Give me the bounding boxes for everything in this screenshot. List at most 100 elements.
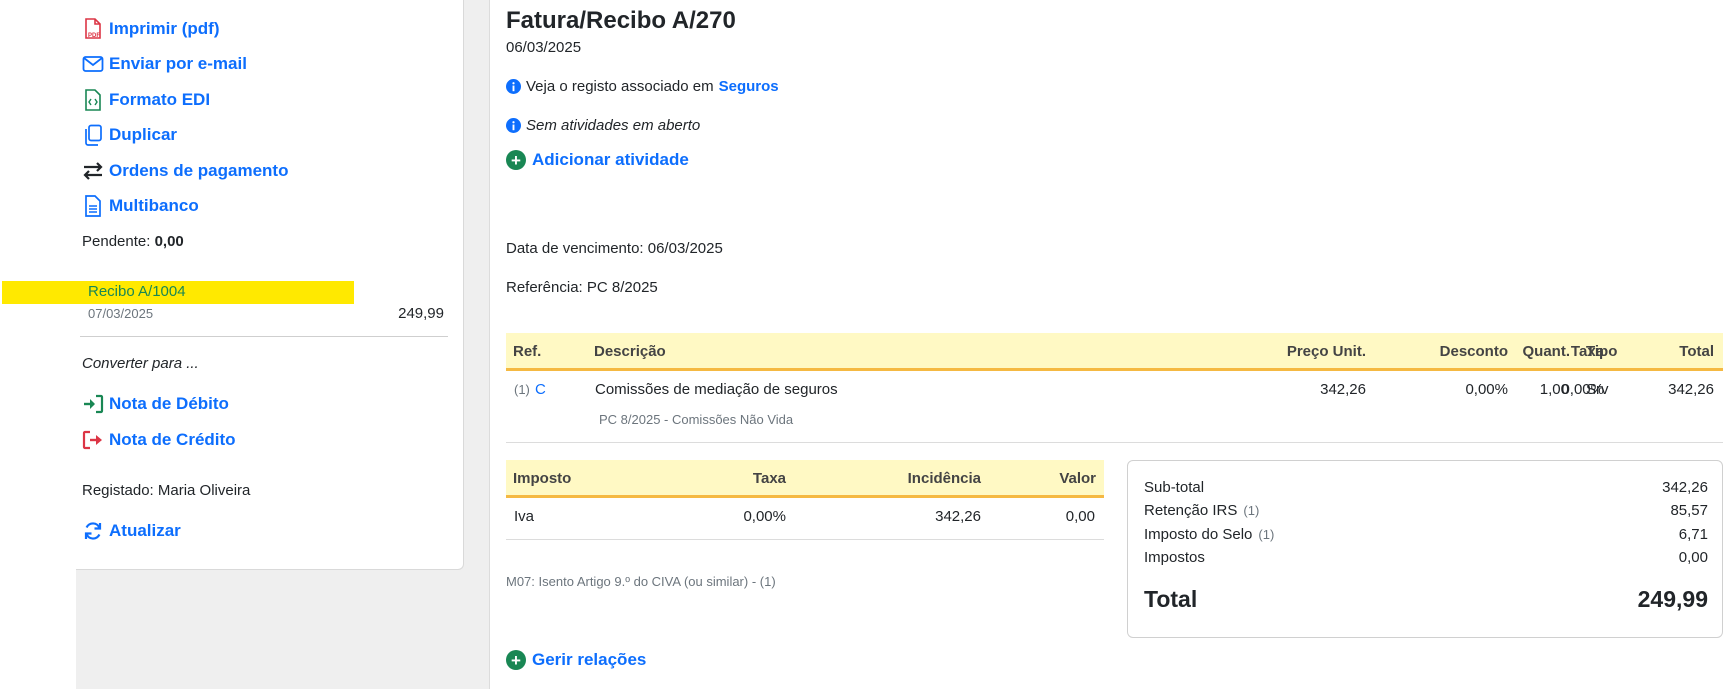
copy-icon xyxy=(82,124,104,146)
item-description: Comissões de mediação de seguros xyxy=(595,381,838,398)
associated-prefix: Veja o registo associado em xyxy=(526,78,714,95)
pdf-icon: PDF xyxy=(82,18,104,40)
receipt-link[interactable]: Recibo A/1004 xyxy=(88,283,186,300)
pending-value: 0,00 xyxy=(154,233,184,250)
code-file-icon xyxy=(82,89,104,111)
registered-by: Registado: Maria Oliveira xyxy=(82,482,251,499)
document-date: 06/03/2025 xyxy=(506,39,582,56)
item-subdescription: PC 8/2025 - Comissões Não Vida xyxy=(599,412,794,427)
duplicate-label: Duplicar xyxy=(109,125,178,144)
table-row: (1) C Comissões de mediação de seguros P… xyxy=(506,371,1723,443)
debit-note-label: Nota de Débito xyxy=(109,394,229,413)
col-discount: Desconto xyxy=(1439,343,1508,360)
col-quantity: Quant. xyxy=(1522,343,1571,360)
send-email-button[interactable]: Enviar por e-mail xyxy=(82,53,247,75)
multibanco-button[interactable]: Multibanco xyxy=(82,195,199,217)
credit-note-label: Nota de Crédito xyxy=(109,430,236,449)
debit-note-button[interactable]: Nota de Débito xyxy=(82,393,229,415)
irs-value: 85,57 xyxy=(1670,502,1708,519)
payment-orders-button[interactable]: Ordens de pagamento xyxy=(82,160,288,182)
col-unit-price: Preço Unit. xyxy=(1286,343,1366,360)
subtotal-value: 342,26 xyxy=(1662,479,1708,496)
page-title: Fatura/Recibo A/270 xyxy=(506,7,736,34)
item-rate: 0,00% xyxy=(1561,381,1604,398)
receipt-date: 07/03/2025 xyxy=(88,306,154,321)
irs-note: (1) xyxy=(1243,503,1260,518)
refresh-button[interactable]: Atualizar xyxy=(82,520,181,542)
col-tax: Imposto xyxy=(513,470,572,487)
col-description: Descrição xyxy=(594,343,666,360)
reference: Referência: PC 8/2025 xyxy=(506,279,658,296)
stamp-value: 6,71 xyxy=(1678,526,1708,543)
due-date: Data de vencimento: 06/03/2025 xyxy=(506,240,723,257)
item-ref-code[interactable]: C xyxy=(535,381,546,398)
tax-name: Iva xyxy=(514,508,535,525)
taxes-label: Impostos xyxy=(1144,549,1205,566)
svg-text:PDF: PDF xyxy=(88,33,100,39)
refresh-icon xyxy=(82,520,104,542)
pending-label: Pendente: xyxy=(82,233,151,250)
subtotal-row: Sub-total 342,26 xyxy=(1144,479,1708,496)
edi-format-button[interactable]: Formato EDI xyxy=(82,89,210,111)
grand-total-row: Total 249,99 xyxy=(1144,586,1708,613)
subtotal-label: Sub-total xyxy=(1144,479,1205,496)
arrows-exchange-icon xyxy=(82,160,104,182)
taxes-value: 0,00 xyxy=(1678,549,1708,566)
item-discount: 0,00% xyxy=(1465,381,1508,398)
duplicate-button[interactable]: Duplicar xyxy=(82,124,177,146)
refresh-label: Atualizar xyxy=(109,521,181,540)
totals-box: Sub-total 342,26 Retenção IRS (1) 85,57 I… xyxy=(1127,460,1723,638)
add-activity-label: Adicionar atividade xyxy=(532,150,689,169)
items-table-header: Ref. Descrição Quant. Tipo Preço Unit. D… xyxy=(506,333,1723,371)
taxes-row: Impostos 0,00 xyxy=(1144,549,1708,566)
info-icon xyxy=(506,79,521,94)
payment-orders-label: Ordens de pagamento xyxy=(109,161,289,180)
envelope-icon xyxy=(82,53,104,75)
sidebar-divider xyxy=(80,336,448,337)
stamp-duty-row: Imposto do Selo (1) 6,71 xyxy=(1144,526,1708,543)
no-activities-info: Sem atividades em aberto xyxy=(506,117,700,134)
stamp-note: (1) xyxy=(1258,527,1275,542)
sign-out-icon xyxy=(82,429,104,451)
edi-format-label: Formato EDI xyxy=(109,90,211,109)
document-icon xyxy=(82,195,104,217)
plus-circle-icon: + xyxy=(506,650,526,670)
tax-value: 0,00 xyxy=(1065,508,1095,525)
plus-circle-icon: + xyxy=(506,150,526,170)
irs-label: Retenção IRS xyxy=(1144,502,1238,519)
pending-amount: Pendente: 0,00 xyxy=(82,233,184,250)
col-rate: Taxa xyxy=(1570,343,1604,360)
manage-relations-label: Gerir relações xyxy=(532,650,647,669)
content-divider xyxy=(489,0,490,689)
convert-label: Converter para ... xyxy=(82,355,199,372)
irs-row: Retenção IRS (1) 85,57 xyxy=(1144,502,1708,519)
tax-base: 342,26 xyxy=(935,508,981,525)
table-row: Iva 0,00% 342,26 0,00 xyxy=(506,498,1104,540)
col-tax-value: Valor xyxy=(1059,470,1096,487)
item-ref-number: (1) xyxy=(514,382,530,397)
associated-record-info: Veja o registo associado em Seguros xyxy=(506,78,779,95)
item-total: 342,26 xyxy=(1668,381,1714,398)
total-label: Total xyxy=(1144,586,1198,612)
item-unit-price: 342,26 xyxy=(1320,381,1366,398)
associated-link[interactable]: Seguros xyxy=(719,78,779,95)
stamp-label: Imposto do Selo xyxy=(1144,526,1253,543)
exemption-note: M07: Isento Artigo 9.º do CIVA (ou simil… xyxy=(506,574,776,589)
col-tax-base: Incidência xyxy=(907,470,981,487)
add-activity-button[interactable]: + Adicionar atividade xyxy=(506,150,689,170)
no-activities-text: Sem atividades em aberto xyxy=(526,117,701,134)
tax-table-header: Imposto Taxa Incidência Valor xyxy=(506,460,1104,498)
receipt-amount: 249,99 xyxy=(398,305,444,322)
credit-note-button[interactable]: Nota de Crédito xyxy=(82,429,236,451)
tax-rate: 0,00% xyxy=(743,508,786,525)
col-total: Total xyxy=(1679,343,1714,360)
print-pdf-button[interactable]: PDF Imprimir (pdf) xyxy=(82,18,220,40)
print-pdf-label: Imprimir (pdf) xyxy=(109,19,220,38)
sign-in-icon xyxy=(82,393,104,415)
info-icon xyxy=(506,118,521,133)
multibanco-label: Multibanco xyxy=(109,196,199,215)
manage-relations-button[interactable]: + Gerir relações xyxy=(506,650,646,670)
total-value: 249,99 xyxy=(1637,586,1708,612)
send-email-label: Enviar por e-mail xyxy=(109,54,247,73)
col-tax-rate: Taxa xyxy=(752,470,786,487)
